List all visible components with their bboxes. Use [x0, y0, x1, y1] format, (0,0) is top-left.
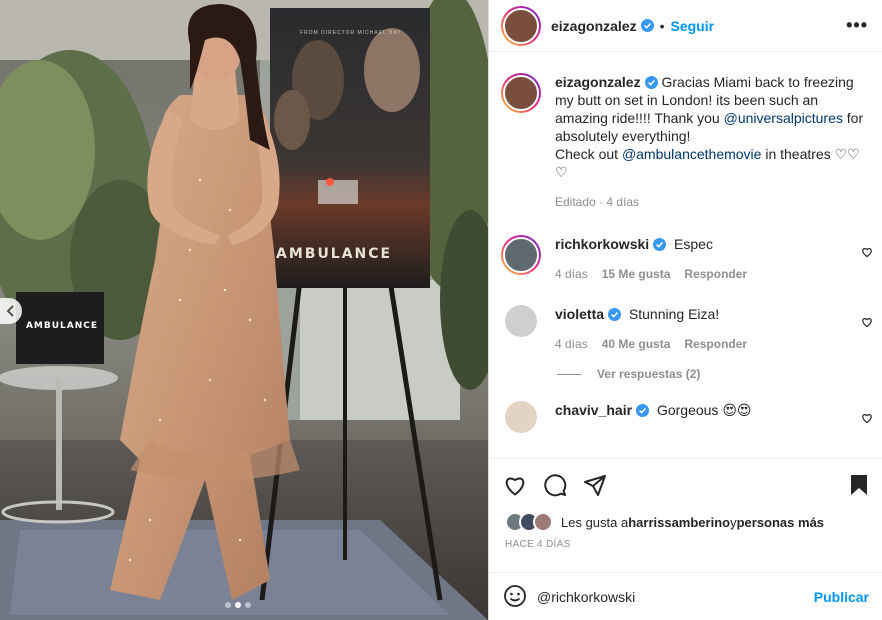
carousel-dot [225, 602, 231, 608]
comments-list[interactable]: eizagonzalez Gracias Miami back to freez… [489, 53, 882, 457]
caption-meta: Editado · 4 días [555, 195, 640, 209]
poster-tagline: FROM DIRECTOR MICHAEL BAY [300, 30, 402, 36]
comment-body: richkorkowski Espec 4 días 15 Me gusta R… [555, 235, 845, 283]
comment-likes[interactable]: 15 Me gusta [602, 265, 671, 283]
header-separator: • [659, 17, 665, 34]
verified-badge-icon [644, 76, 658, 89]
post-photo[interactable]: FROM DIRECTOR MICHAEL BAY AMBULANCE AMBU… [0, 0, 488, 620]
like-comment-heart-icon[interactable] [861, 316, 873, 328]
comment-text: Stunning Eiza! [628, 306, 720, 322]
comment-bubble-icon[interactable] [543, 473, 567, 497]
commenter-avatar[interactable] [501, 235, 541, 275]
author-avatar[interactable] [501, 5, 541, 46]
reply-button[interactable]: Responder [684, 335, 747, 353]
comment-item: violetta Stunning Eiza! 4 días 40 Me gus… [489, 305, 882, 353]
comment-username[interactable]: violetta [555, 306, 604, 322]
comment-likes[interactable]: 40 Me gusta [602, 335, 671, 353]
comment-text: Gorgeous 😍😍 [656, 402, 752, 418]
share-send-icon[interactable] [583, 473, 607, 497]
post-header: eizagonzalez • Seguir ••• [489, 0, 882, 52]
more-options-icon[interactable]: ••• [846, 15, 868, 36]
mention-link[interactable]: @universalpictures [724, 110, 843, 126]
likes-others-link[interactable]: personas más [737, 515, 824, 530]
comment-username[interactable]: chaviv_hair [555, 402, 632, 418]
poster-title: AMBULANCE [276, 246, 393, 262]
comment-username[interactable]: richkorkowski [555, 236, 649, 252]
comment-body: violetta Stunning Eiza! 4 días 40 Me gus… [555, 305, 845, 353]
verified-badge-icon [653, 238, 667, 251]
verified-badge-icon [636, 404, 650, 417]
liker-avatar [533, 512, 553, 532]
comment-input[interactable] [537, 589, 814, 605]
like-comment-heart-icon[interactable] [861, 412, 873, 424]
commenter-avatar[interactable] [505, 305, 537, 337]
emoji-smiley-icon[interactable] [503, 584, 527, 611]
carousel-indicator [225, 602, 251, 608]
author-username[interactable]: eizagonzalez [551, 18, 637, 34]
mention-link[interactable]: @ambulancethemovie [622, 146, 762, 162]
chevron-left-icon [6, 305, 14, 317]
post-footer: Les gusta a harrissamberino y personas m… [489, 458, 882, 607]
caption-avatar[interactable] [501, 73, 541, 113]
event-photo-illustration [0, 0, 488, 620]
like-comment-heart-icon[interactable] [861, 246, 873, 258]
comment-item: chaviv_hair Gorgeous 😍😍 [489, 401, 882, 433]
caption-body: eizagonzalez Gracias Miami back to freez… [555, 73, 869, 211]
publish-button[interactable]: Publicar [814, 589, 869, 605]
comment-item: richkorkowski Espec 4 días 15 Me gusta R… [489, 235, 882, 283]
post-timestamp: HACE 4 DÍAS [505, 539, 571, 550]
action-bar [489, 459, 882, 511]
comment-time: 4 días [555, 337, 588, 351]
comment-composer: Publicar [489, 572, 882, 620]
commenter-avatar[interactable] [505, 401, 537, 433]
view-replies-button[interactable]: Ver respuestas (2) [557, 367, 882, 381]
post-caption: eizagonzalez Gracias Miami back to freez… [489, 53, 882, 211]
carousel-dot [245, 602, 251, 608]
likers-avatars[interactable] [505, 512, 553, 532]
save-bookmark-icon[interactable] [849, 474, 869, 496]
follow-button[interactable]: Seguir [671, 18, 715, 34]
thumbnail-poster-label: AMBULANCE [25, 321, 99, 331]
replies-divider [557, 373, 581, 375]
caption-text: Check out [555, 146, 622, 162]
verified-badge-icon [608, 308, 622, 321]
post-side-panel: eizagonzalez • Seguir ••• eizagonzalez G… [488, 0, 882, 620]
comment-text: Espec [674, 236, 713, 252]
verified-badge-icon [640, 19, 654, 32]
carousel-dot-active [235, 602, 241, 608]
comment-time: 4 días [555, 267, 588, 281]
caption-username[interactable]: eizagonzalez [555, 74, 641, 90]
comment-body: chaviv_hair Gorgeous 😍😍 [555, 401, 845, 433]
likes-summary: Les gusta a harrissamberino y personas m… [489, 511, 882, 533]
likes-prefix: Les gusta a [561, 514, 629, 530]
reply-button[interactable]: Responder [684, 265, 747, 283]
view-replies-label: Ver respuestas (2) [597, 367, 701, 381]
like-heart-icon[interactable] [503, 474, 527, 496]
liker-username[interactable]: harrissamberino [628, 515, 730, 530]
